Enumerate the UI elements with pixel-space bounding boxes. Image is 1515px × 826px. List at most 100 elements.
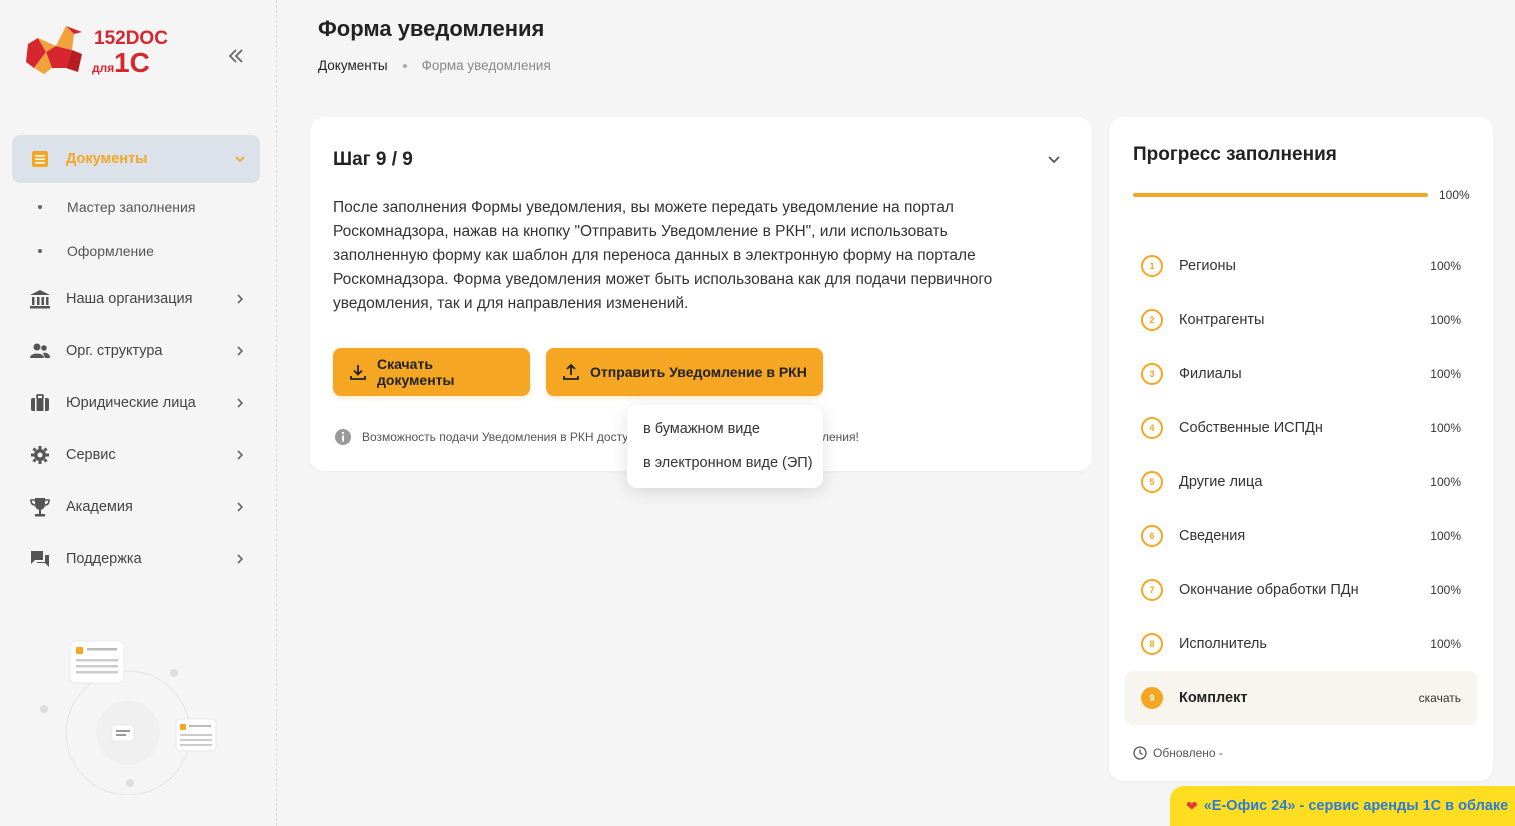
progress-bar-fill (1133, 193, 1428, 197)
chevron-right-icon (234, 293, 246, 305)
progress-step-package[interactable]: 9 Комплект скачать (1125, 671, 1477, 725)
option-paper[interactable]: в бумажном виде (627, 412, 823, 446)
sidebar-item-label: Документы (66, 151, 148, 167)
chevron-right-icon (234, 345, 246, 357)
progress-step-end-processing[interactable]: 7 Окончание обработки ПДн 100% (1125, 563, 1477, 617)
step-number: 5 (1141, 471, 1163, 493)
upload-icon (562, 363, 580, 381)
heart-icon: ❤ (1186, 797, 1198, 814)
step-value: 100% (1430, 259, 1461, 273)
download-documents-label: Скачать документы (377, 356, 455, 388)
updated-label: Обновлено - (1153, 746, 1223, 760)
step-description: После заполнения Формы уведомления, вы м… (333, 199, 993, 312)
sidebar-item-label: Наша организация (66, 291, 193, 307)
chevron-right-icon (234, 449, 246, 461)
step-number: 4 (1141, 417, 1163, 439)
step-value: 100% (1430, 583, 1461, 597)
step-number: 8 (1141, 633, 1163, 655)
send-options-dropdown: в бумажном виде в электронном виде (ЭП) (627, 405, 823, 488)
sidebar-item-label: Поддержка (66, 551, 142, 567)
trophy-icon (28, 495, 52, 519)
sidebar-nav: Документы Мастер заполнения Оформление Н… (12, 135, 260, 585)
info-icon (334, 428, 352, 446)
download-documents-button[interactable]: Скачать документы (333, 348, 530, 396)
step-title: Шаг 9 / 9 (333, 149, 413, 170)
breadcrumb-separator (402, 63, 407, 68)
sidebar-item-academy[interactable]: Академия (12, 481, 260, 533)
info-text: Возможность подачи Уведомления в РКН дос… (362, 430, 629, 444)
promo-text: «Е-Офис 24» - сервис аренды 1С в облаке (1203, 798, 1509, 814)
step-label: Сведения (1179, 528, 1246, 544)
step-value: 100% (1430, 637, 1461, 651)
step-value: 100% (1430, 367, 1461, 381)
chevron-down-icon (234, 153, 246, 165)
chevron-right-icon (234, 501, 246, 513)
sidebar-item-legal-entities[interactable]: Юридические лица (12, 377, 260, 429)
sidebar-subitem-design[interactable]: Оформление (12, 229, 260, 273)
step-label: Исполнитель (1179, 636, 1267, 652)
progress-percent: 100% (1439, 188, 1470, 202)
step-label: Контрагенты (1179, 312, 1265, 328)
sidebar-item-service[interactable]: Сервис (12, 429, 260, 481)
step-label: Филиалы (1179, 366, 1242, 382)
progress-step-info[interactable]: 6 Сведения 100% (1125, 509, 1477, 563)
step-number: 2 (1141, 309, 1163, 331)
sidebar-item-documents[interactable]: Документы (12, 135, 260, 183)
option-electronic[interactable]: в электронном виде (ЭП) (627, 446, 823, 480)
logo[interactable]: 152DOC для 1С (26, 24, 176, 80)
progress-steps-list: 1 Регионы 100% 2 Контрагенты 100% 3 Фили… (1125, 239, 1477, 725)
updated-note: Обновлено - (1133, 746, 1223, 760)
step-number: 7 (1141, 579, 1163, 601)
progress-step-executor[interactable]: 8 Исполнитель 100% (1125, 617, 1477, 671)
sidebar-item-label: Сервис (66, 447, 116, 463)
progress-card: Прогресс заполнения 100% 1 Регионы 100% … (1109, 117, 1493, 781)
sidebar-item-label: Академия (66, 499, 133, 515)
breadcrumb-current: Форма уведомления (421, 58, 551, 73)
collapse-sidebar-icon[interactable] (222, 42, 250, 70)
sidebar: 152DOC для 1С Документы Мастер заполнени… (0, 0, 277, 826)
svg-text:152DOC: 152DOC (94, 28, 168, 49)
step-label: Комплект (1179, 690, 1248, 706)
step-number: 6 (1141, 525, 1163, 547)
step-value: 100% (1430, 475, 1461, 489)
sidebar-subitem-wizard[interactable]: Мастер заполнения (12, 185, 260, 229)
sidebar-item-organization[interactable]: Наша организация (12, 273, 260, 325)
chevron-right-icon (234, 553, 246, 565)
chat-icon (28, 547, 52, 571)
send-notification-label: Отправить Уведомление в РКН (590, 364, 807, 380)
svg-text:для: для (92, 61, 114, 75)
users-icon (28, 339, 52, 363)
sidebar-item-label: Орг. структура (66, 343, 163, 359)
step-value: 100% (1430, 529, 1461, 543)
step-label: Другие лица (1179, 474, 1263, 490)
download-package-link[interactable]: скачать (1419, 691, 1461, 705)
download-icon (349, 363, 367, 381)
progress-step-branches[interactable]: 3 Филиалы 100% (1125, 347, 1477, 401)
progress-step-counterparties[interactable]: 2 Контрагенты 100% (1125, 293, 1477, 347)
progress-step-own-ispdn[interactable]: 4 Собственные ИСПДн 100% (1125, 401, 1477, 455)
step-value: 100% (1430, 313, 1461, 327)
step-number: 9 (1141, 687, 1163, 709)
decorative-illustration (30, 635, 220, 796)
sidebar-item-org-structure[interactable]: Орг. структура (12, 325, 260, 377)
chevron-right-icon (234, 397, 246, 409)
breadcrumb-documents-link[interactable]: Документы (318, 58, 388, 73)
document-list-icon (28, 147, 52, 171)
bank-icon (28, 287, 52, 311)
svg-text:1С: 1С (114, 47, 150, 78)
info-note: Возможность подачи Уведомления в РКН дос… (334, 428, 628, 446)
step-number: 3 (1141, 363, 1163, 385)
sidebar-item-support[interactable]: Поддержка (12, 533, 260, 585)
progress-title: Прогресс заполнения (1133, 144, 1337, 165)
progress-step-regions[interactable]: 1 Регионы 100% (1125, 239, 1477, 293)
chevron-down-icon[interactable] (1046, 151, 1062, 167)
progress-step-other-persons[interactable]: 5 Другие лица 100% (1125, 455, 1477, 509)
promo-banner[interactable]: ❤ «Е-Офис 24» - сервис аренды 1С в облак… (1170, 786, 1515, 826)
info-text-tail: ления! (822, 430, 859, 444)
step-number: 1 (1141, 255, 1163, 277)
gear-icon (28, 443, 52, 467)
breadcrumb: Документы Форма уведомления (318, 58, 551, 73)
send-notification-button[interactable]: Отправить Уведомление в РКН (546, 348, 823, 396)
page-title: Форма уведомления (318, 16, 545, 41)
sidebar-item-label: Юридические лица (66, 395, 196, 411)
